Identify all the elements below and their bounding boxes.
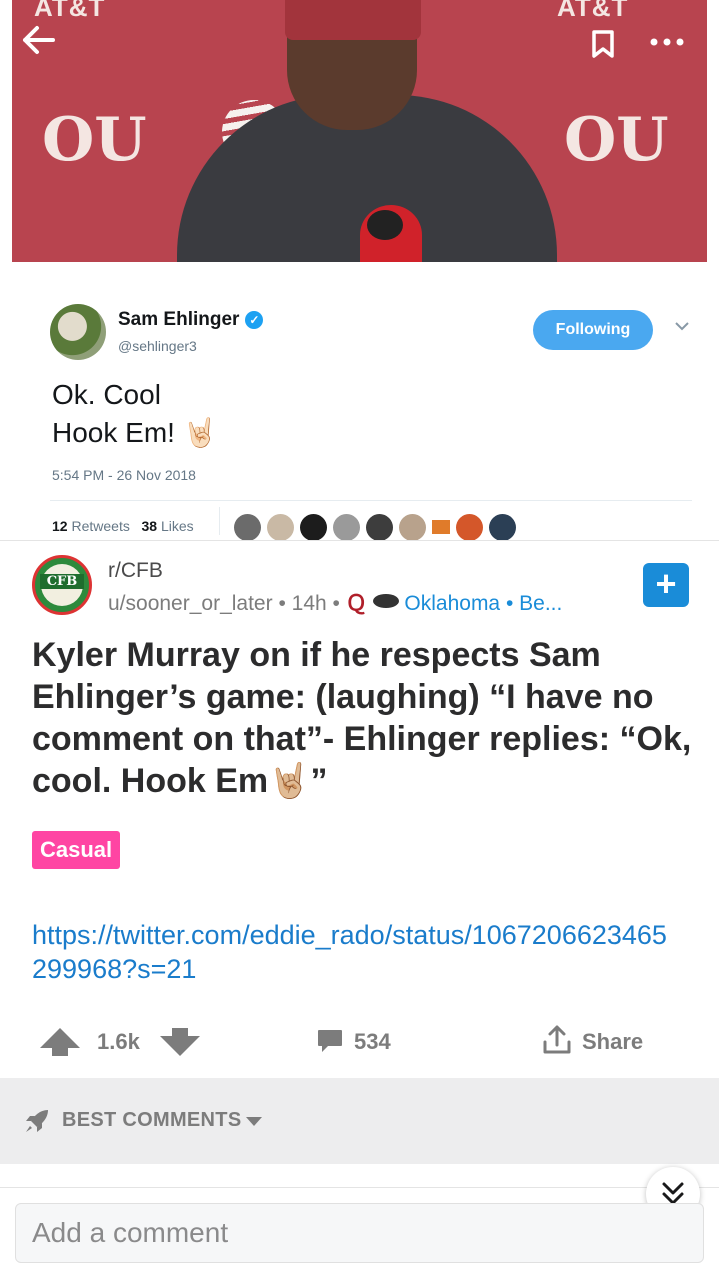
tweet-text: Ok. Cool Hook Em! 🤘🏻 (52, 379, 218, 448)
more-dots-icon (650, 38, 684, 46)
arrow-left-icon (23, 26, 55, 54)
post-author[interactable]: u/sooner_or_later (108, 592, 273, 615)
upvote-icon[interactable] (38, 1026, 82, 1058)
embedded-tweet: Sam Ehlinger ✓ @sehlinger3 Following Ok. … (0, 262, 719, 541)
plus-icon: + (655, 563, 677, 604)
share-button[interactable]: Share (582, 1029, 643, 1055)
post-link[interactable]: https://twitter.com/eddie_rado/status/10… (32, 918, 672, 986)
subreddit-icon[interactable]: CFB (32, 555, 92, 615)
user-flair: Oklahoma • Be... (404, 592, 563, 615)
subreddit-name[interactable]: r/CFB (108, 559, 163, 583)
player-figure (177, 0, 557, 262)
tweet-author-name: Sam Ehlinger (118, 309, 240, 330)
add-comment-input[interactable] (15, 1203, 704, 1263)
divider (219, 507, 220, 535)
verified-badge-icon: ✓ (245, 311, 264, 329)
share-icon[interactable] (541, 1024, 573, 1056)
chevron-down-icon (674, 318, 694, 338)
bookmark-icon (592, 30, 614, 58)
post-flair[interactable]: Casual (32, 831, 121, 869)
ou-flair-icon: Ｑ (345, 592, 367, 615)
post-age: 14h (291, 592, 327, 615)
tweet-handle: @sehlinger3 (118, 338, 197, 354)
rocket-icon (26, 1110, 48, 1132)
liker-avatars (234, 514, 516, 541)
tweet-timestamp: 5:54 PM - 26 Nov 2018 (52, 467, 196, 483)
join-subreddit-button[interactable]: + (643, 563, 689, 607)
sort-label[interactable]: BEST COMMENTS (62, 1109, 241, 1132)
bookmark-button[interactable] (586, 24, 620, 64)
divider (50, 500, 692, 501)
post-media[interactable]: AT&T AT&T OU OU Sam Ehlinger ✓ @sehlinge… (0, 0, 719, 541)
following-button: Following (533, 310, 653, 350)
back-button[interactable] (18, 20, 58, 60)
downvote-icon[interactable] (158, 1026, 202, 1058)
post-title: Kyler Murray on if he respects Sam Ehlin… (32, 636, 692, 800)
divider (0, 540, 719, 541)
post-meta: u/sooner_or_later • 14h • Ｑ Oklahoma • B… (108, 592, 563, 615)
comment-count[interactable]: 534 (354, 1029, 391, 1055)
divider (0, 1187, 719, 1188)
ou-logo: OU (564, 105, 669, 175)
vote-score: 1.6k (97, 1029, 140, 1054)
tweet-stats: 12 Retweets 38 Likes (52, 518, 194, 534)
backdrop-sponsor-text: AT&T (557, 0, 629, 22)
more-options-button[interactable] (642, 22, 692, 62)
post-actions-bar: 1.6k 534 Share (0, 1012, 719, 1072)
comment-icon[interactable] (316, 1028, 344, 1054)
caret-down-icon (246, 1117, 262, 1126)
comment-sort-bar[interactable]: BEST COMMENTS (0, 1078, 719, 1164)
ou-logo: OU (42, 105, 147, 175)
tweet-avatar (50, 304, 106, 360)
bedlam-flair-icon (372, 594, 399, 608)
